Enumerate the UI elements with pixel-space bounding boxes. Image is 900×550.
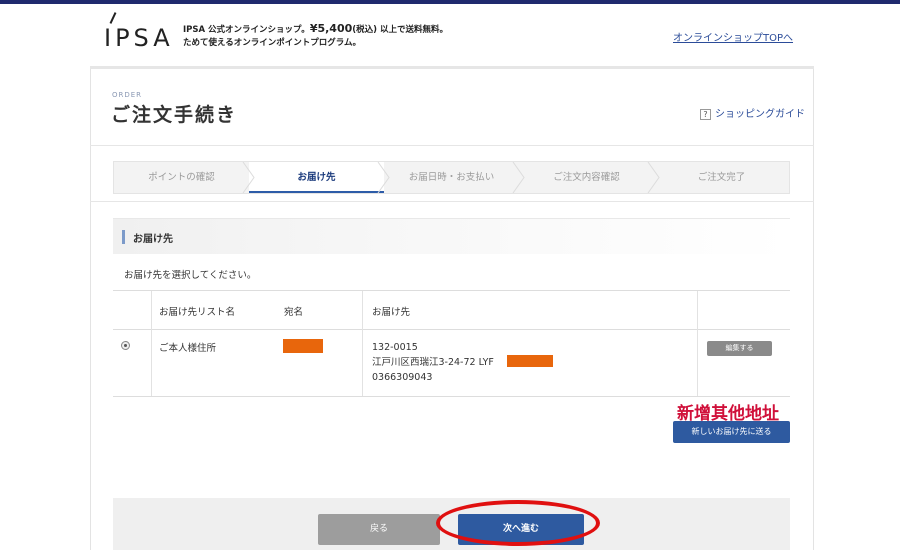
column-divider — [151, 291, 152, 396]
address-table: お届け先リスト名 宛名 お届け先 ご本人様住所 132-0015 江戸川区西瑞江… — [113, 290, 790, 397]
step-arrow-icon — [512, 162, 525, 193]
tax-note: (税込) — [352, 25, 378, 35]
header-recipient: 宛名 — [284, 307, 304, 318]
step-point-check: ポイントの確認 — [114, 162, 255, 193]
step-label: ポイントの確認 — [148, 172, 215, 183]
shopping-guide-label: ショッピングガイド — [715, 109, 805, 120]
highlight-annotation-oval — [436, 500, 600, 546]
instruction-text: お届け先を選択してください。 — [124, 270, 257, 281]
postal-code: 132-0015 — [372, 342, 418, 353]
step-label: お届日時・お支払い — [408, 172, 495, 183]
column-divider — [697, 291, 698, 396]
step-delivery-payment: お届日時・お支払い — [384, 162, 525, 193]
tagline-prefix: IPSA 公式オンラインショップ。 — [183, 25, 310, 35]
column-divider — [362, 291, 363, 396]
tagline-line-1: IPSA 公式オンラインショップ。¥5,400(税込) 以上で送料無料。 — [183, 22, 448, 37]
step-label: お届け先 — [297, 172, 336, 183]
edit-address-button[interactable]: 編集する — [707, 341, 772, 356]
logo-text: IPSA — [104, 24, 174, 52]
address-radio[interactable] — [121, 341, 130, 350]
redacted-address-detail — [507, 355, 553, 367]
step-order-confirm: ご注文内容確認 — [519, 162, 660, 193]
steps-divider — [90, 201, 814, 202]
back-button[interactable]: 戻る — [318, 514, 440, 545]
shop-top-link[interactable]: オンラインショップTOPへ — [673, 29, 793, 44]
header-tagline: IPSA 公式オンラインショップ。¥5,400(税込) 以上で送料無料。 ためて… — [183, 22, 448, 50]
header-list-name: お届け先リスト名 — [159, 307, 236, 318]
page-title: ご注文手続き — [111, 104, 238, 126]
step-arrow-icon — [377, 162, 390, 193]
logo-accent-mark — [109, 12, 117, 24]
help-icon: ? — [700, 108, 711, 120]
street-address: 江戸川区西瑞江3-24-72 LYF — [372, 357, 494, 368]
step-arrow-icon — [242, 162, 255, 193]
new-address-button[interactable]: 新しいお届け先に送る — [673, 421, 790, 443]
list-name-cell: ご本人様住所 — [159, 343, 217, 354]
step-label: ご注文完了 — [697, 172, 746, 183]
section-title: お届け先 — [133, 234, 173, 245]
shopping-guide-link[interactable]: ? ショッピングガイド — [700, 105, 805, 120]
checkout-steps: ポイントの確認 お届け先 お届日時・お支払い ご注文内容確認 ご注文完了 — [113, 161, 790, 194]
step-label: ご注文内容確認 — [553, 172, 620, 183]
section-marker — [122, 230, 125, 244]
step-arrow-icon — [647, 162, 660, 193]
section-header: お届け先 — [113, 218, 790, 254]
order-label: ORDER — [112, 91, 143, 99]
step-order-complete: ご注文完了 — [654, 162, 789, 193]
title-divider — [90, 145, 814, 146]
ipsa-logo[interactable]: IPSA — [104, 12, 170, 52]
phone-number: 0366309043 — [372, 372, 433, 383]
header-address: お届け先 — [372, 307, 411, 318]
step-delivery-address: お届け先 — [249, 162, 390, 193]
top-border — [0, 0, 900, 4]
tagline-suffix: 以上で送料無料。 — [377, 25, 449, 35]
free-shipping-price: ¥5,400 — [309, 22, 353, 35]
redacted-recipient-name — [283, 339, 323, 353]
tagline-line-2: ためて使えるオンラインポイントプログラム。 — [183, 38, 361, 48]
